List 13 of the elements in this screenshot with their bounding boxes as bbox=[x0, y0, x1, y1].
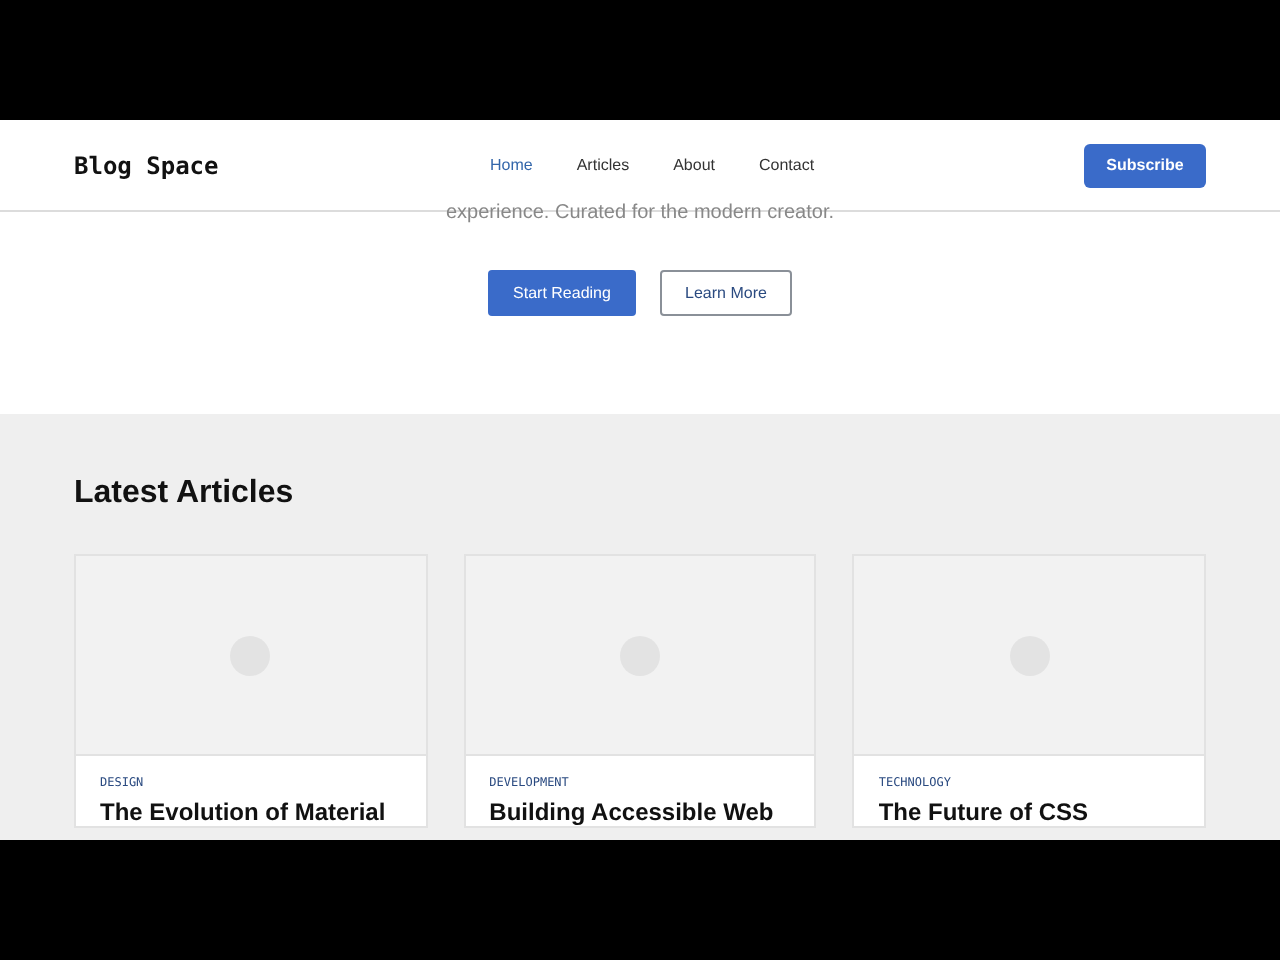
hero-subtitle: experience. Curated for the modern creator. bbox=[446, 202, 834, 226]
nav-link[interactable]: About bbox=[673, 153, 715, 177]
nav-link[interactable]: Home bbox=[490, 153, 533, 177]
article-title: The Future of CSS bbox=[878, 798, 1091, 826]
learn-more-button[interactable]: Learn More bbox=[660, 270, 792, 316]
logo[interactable]: Blog Space bbox=[74, 147, 434, 183]
subscribe-button[interactable]: Subscribe bbox=[1084, 143, 1206, 187]
nav-link[interactable]: Contact bbox=[758, 153, 815, 177]
start-reading-button[interactable]: Start Reading bbox=[488, 270, 636, 316]
nav-link[interactable]: Articles bbox=[576, 153, 630, 177]
section-heading: Latest Articles bbox=[74, 474, 296, 514]
article-title: Building Accessible Web bbox=[489, 798, 776, 826]
article-title: The Evolution of Material bbox=[100, 798, 388, 826]
